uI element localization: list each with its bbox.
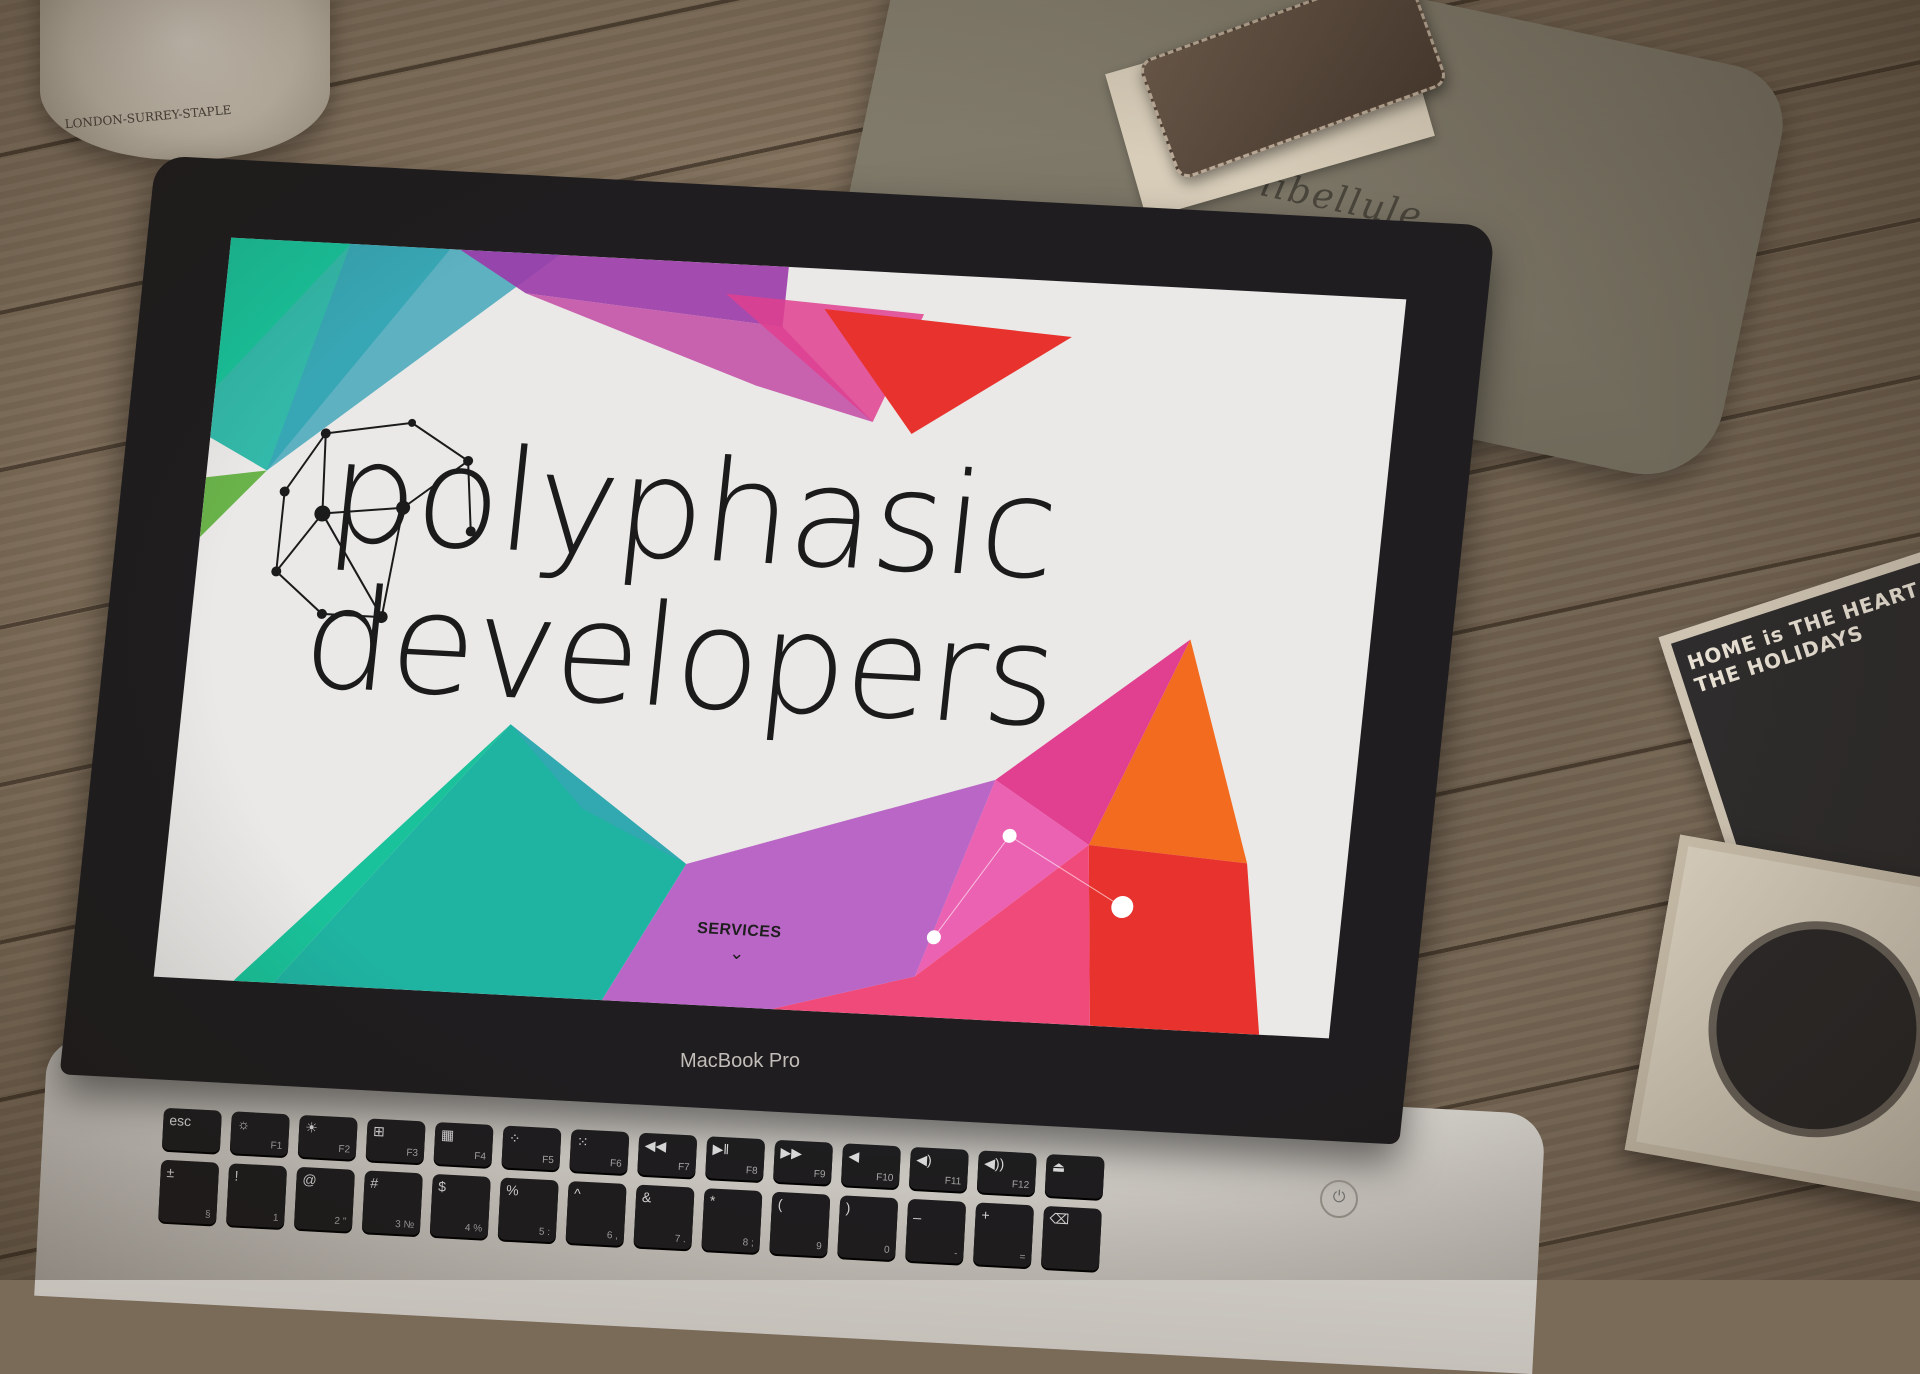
- key-label: ☀: [304, 1119, 319, 1136]
- keyboard-key[interactable]: ▶‖ F8: [705, 1136, 766, 1182]
- key-sublabel: F3: [406, 1147, 419, 1160]
- key-label: _: [913, 1203, 922, 1220]
- key-label: esc: [168, 1112, 192, 1130]
- keyboard-key[interactable]: $4 %: [429, 1173, 491, 1239]
- key-sublabel: F2: [338, 1143, 351, 1156]
- key-label: ◀: [848, 1147, 860, 1165]
- key-label: ⁘: [508, 1129, 522, 1147]
- key-label: @: [302, 1171, 318, 1188]
- key-sublabel: F9: [813, 1168, 826, 1181]
- key-sublabel: 5 :: [538, 1226, 551, 1239]
- website-screen: polyphasic developers SERVICES ⌄: [153, 237, 1407, 1039]
- keyboard-key[interactable]: ◀◀ F7: [637, 1132, 698, 1178]
- key-sublabel: 0: [883, 1244, 890, 1256]
- keyboard-key[interactable]: ▶▶ F9: [773, 1139, 834, 1185]
- key-sublabel: -: [953, 1248, 958, 1260]
- logo-line-2: developers: [295, 557, 1064, 760]
- key-label: ): [845, 1199, 851, 1216]
- key-sublabel: §: [204, 1209, 211, 1221]
- key-label: ⁙: [576, 1133, 589, 1150]
- key-sublabel: F1: [270, 1140, 283, 1152]
- keyboard-key[interactable]: * 8 ;: [701, 1188, 763, 1254]
- keyboard-key[interactable]: ! 1: [225, 1163, 288, 1229]
- key-sublabel: F6: [609, 1158, 622, 1170]
- keyboard-key[interactable]: ) 0: [837, 1195, 899, 1261]
- key-label: ^: [573, 1185, 582, 1202]
- keyboard-key[interactable]: (9: [769, 1191, 831, 1257]
- keyboard-key[interactable]: ⁘ F5: [501, 1125, 562, 1171]
- key-label: ⊞: [372, 1122, 386, 1140]
- keyboard-key[interactable]: & 7 .: [633, 1184, 695, 1250]
- keyboard-key[interactable]: @2 ": [293, 1166, 356, 1232]
- keyboard-key[interactable]: ◀ F10: [840, 1143, 902, 1189]
- services-nav-link[interactable]: SERVICES ⌄: [686, 919, 790, 964]
- key-label: ◀): [915, 1151, 933, 1168]
- keyboard-key[interactable]: + =: [972, 1202, 1035, 1268]
- key-sublabel: F5: [541, 1154, 555, 1167]
- key-label: &: [641, 1188, 652, 1206]
- keyboard-key[interactable]: % 5 :: [497, 1177, 559, 1243]
- key-sublabel: F7: [677, 1161, 690, 1174]
- services-label: SERVICES: [696, 919, 783, 942]
- key-label: (: [777, 1195, 783, 1213]
- keyboard-key[interactable]: ☀ F2: [297, 1114, 358, 1160]
- keyboard-key[interactable]: esc: [161, 1107, 222, 1153]
- key-sublabel: 3 №: [394, 1218, 415, 1231]
- key-sublabel: =: [1019, 1251, 1026, 1264]
- keyboard-key[interactable]: ⊞ F3: [365, 1118, 426, 1164]
- key-label: +: [981, 1206, 991, 1224]
- key-label: !: [234, 1167, 239, 1184]
- key-label: *: [709, 1192, 716, 1209]
- site-logo[interactable]: polyphasic developers: [257, 411, 1084, 760]
- key-sublabel: F12: [1011, 1179, 1030, 1192]
- keyboard-key[interactable]: ☼ F1: [229, 1111, 290, 1157]
- key-sublabel: F10: [875, 1172, 894, 1184]
- keyboard-key[interactable]: ⏏: [1044, 1153, 1105, 1199]
- coaster-emblem: [1691, 904, 1920, 1155]
- keyboard-key[interactable]: ◀) F11: [908, 1146, 969, 1192]
- keyboard-key[interactable]: _ -: [905, 1198, 967, 1264]
- keyboard-key[interactable]: #3 №: [361, 1170, 423, 1236]
- key-label: #: [369, 1174, 379, 1192]
- key-label: ⌫: [1049, 1210, 1070, 1228]
- tin-jar: [40, 0, 330, 160]
- key-label: %: [505, 1181, 520, 1199]
- key-sublabel: 8 ;: [742, 1237, 755, 1249]
- key-label: ▶▶: [780, 1144, 803, 1162]
- key-label: ▶‖: [712, 1140, 730, 1158]
- key-sublabel: F4: [473, 1151, 487, 1163]
- key-label: ◀)): [983, 1154, 1005, 1172]
- keyboard-key[interactable]: ± §: [158, 1159, 220, 1225]
- key-sublabel: 6 ,: [606, 1230, 619, 1242]
- key-label: ◀◀: [644, 1136, 667, 1155]
- key-sublabel: 1: [272, 1212, 279, 1224]
- keyboard-key[interactable]: ⁙ F6: [569, 1129, 630, 1175]
- key-label: ⏏: [1051, 1158, 1066, 1175]
- key-sublabel: F8: [745, 1165, 758, 1177]
- key-label: ±: [166, 1163, 175, 1181]
- key-sublabel: 9: [815, 1241, 822, 1253]
- key-label: ☼: [236, 1115, 251, 1133]
- key-label: ▦: [440, 1126, 455, 1143]
- laptop-brand: MacBook Pro: [680, 1050, 801, 1072]
- keyboard-key[interactable]: ◀)) F12: [976, 1150, 1037, 1196]
- key-sublabel: F11: [944, 1175, 962, 1188]
- key-sublabel: 4 %: [464, 1222, 483, 1235]
- keyboard-key[interactable]: ^ 6 ,: [565, 1181, 627, 1246]
- key-label: $: [437, 1178, 447, 1195]
- key-sublabel: 7 .: [674, 1233, 687, 1246]
- keyboard-key[interactable]: ⌫: [1040, 1205, 1103, 1271]
- key-sublabel: 2 ": [334, 1215, 347, 1228]
- keyboard-key[interactable]: ▦ F4: [433, 1121, 494, 1167]
